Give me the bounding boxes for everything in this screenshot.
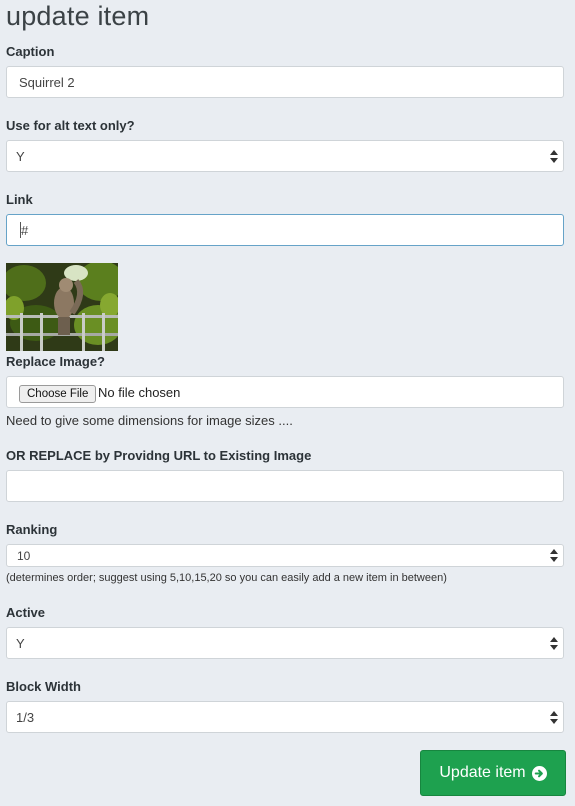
active-value: Y (16, 636, 25, 651)
arrow-circle-right-icon (531, 765, 547, 781)
page-title: update item (6, 1, 150, 31)
select-arrows-icon (550, 637, 558, 651)
link-value: # (21, 223, 29, 238)
alt-text-value: Y (16, 149, 25, 164)
ranking-help: (determines order; suggest using 5,10,15… (6, 572, 447, 584)
update-item-label: Update item (439, 764, 526, 781)
active-select[interactable]: Y (6, 627, 564, 659)
ranking-value: 10 (17, 549, 31, 563)
file-input[interactable]: Choose File No file chosen (6, 376, 564, 408)
block-width-label: Block Width (6, 679, 81, 694)
block-width-select[interactable]: 1/3 (6, 701, 564, 733)
caption-value: Squirrel 2 (19, 75, 75, 90)
file-status: No file chosen (98, 385, 181, 400)
caption-input[interactable]: Squirrel 2 (6, 66, 564, 98)
replace-image-help: Need to give some dimensions for image s… (6, 413, 293, 428)
current-image-thumbnail (6, 263, 118, 351)
replace-url-input[interactable] (6, 470, 564, 502)
active-label: Active (6, 605, 46, 620)
select-arrows-icon (550, 711, 558, 725)
choose-file-button[interactable]: Choose File (19, 385, 97, 403)
link-label: Link (6, 192, 33, 207)
alt-text-label: Use for alt text only? (6, 118, 135, 133)
block-width-value: 1/3 (16, 710, 35, 725)
replace-image-label: Replace Image? (6, 354, 105, 369)
ranking-select[interactable]: 10 (6, 544, 564, 567)
link-input[interactable]: # (6, 214, 564, 246)
replace-url-label: OR REPLACE by Providng URL to Existing I… (6, 448, 312, 463)
caption-label: Caption (6, 44, 55, 59)
update-item-button[interactable]: Update item (420, 750, 566, 796)
select-arrows-icon (550, 549, 558, 563)
ranking-label: Ranking (6, 522, 58, 537)
alt-text-select[interactable]: Y (6, 140, 564, 172)
select-arrows-icon (550, 150, 558, 164)
